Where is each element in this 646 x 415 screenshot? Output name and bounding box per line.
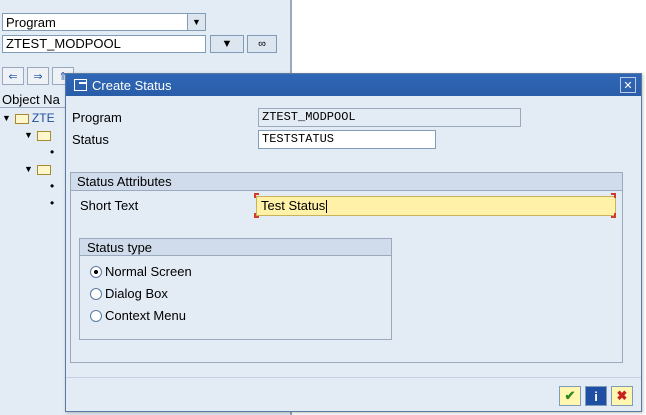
tree-root-row[interactable]: ▼ ZTE <box>2 110 55 127</box>
expand-triangle-icon[interactable]: ▼ <box>24 127 33 144</box>
status-type-group: Status type Normal Screen Dialog Box Con… <box>79 238 392 340</box>
expand-triangle-icon[interactable]: ▼ <box>24 161 33 178</box>
folder-icon <box>14 113 29 124</box>
expand-triangle-icon[interactable]: ▼ <box>2 110 11 127</box>
forward-arrow-icon[interactable]: ⇒ <box>27 67 49 85</box>
arrow-down-icon: ▼ <box>221 38 233 50</box>
radio-label: Normal Screen <box>105 264 192 279</box>
short-text-input[interactable]: Test Status <box>256 196 616 216</box>
radio-unselected-icon[interactable] <box>90 309 102 322</box>
confirm-button[interactable]: ✔ <box>559 386 581 406</box>
radio-dialog-box[interactable]: Dialog Box <box>90 286 168 301</box>
tree-root-label: ZTE <box>31 111 55 125</box>
program-field: ZTEST_MODPOOL <box>258 108 521 127</box>
info-button[interactable]: i <box>585 386 607 406</box>
dialog-title: Create Status <box>92 77 172 93</box>
radio-normal-screen[interactable]: Normal Screen <box>90 264 192 279</box>
radio-selected-icon[interactable] <box>90 265 102 278</box>
chevron-down-icon[interactable]: ▼ <box>187 14 205 30</box>
required-marker <box>254 193 259 198</box>
display-button[interactable]: ▼ <box>210 35 244 53</box>
radio-label: Context Menu <box>105 308 186 323</box>
tree-node-row[interactable]: ▼ <box>24 161 54 178</box>
create-status-dialog: Create Status ✕ Program ZTEST_MODPOOL St… <box>65 73 642 412</box>
info-icon: i <box>594 388 598 404</box>
glasses-button[interactable]: ∞ <box>247 35 277 53</box>
status-label: Status <box>72 132 109 147</box>
tree-leaf-row[interactable]: • <box>50 195 54 212</box>
text-cursor <box>326 200 328 214</box>
glasses-icon: ∞ <box>258 38 266 50</box>
status-type-title: Status type <box>80 239 391 256</box>
object-type-select[interactable]: Program ▼ <box>2 13 206 31</box>
folder-icon <box>36 130 51 141</box>
cancel-button[interactable]: ✖ <box>611 386 633 406</box>
radio-context-menu[interactable]: Context Menu <box>90 308 186 323</box>
dialog-titlebar: Create Status ✕ <box>66 74 641 96</box>
tree-leaf-row[interactable]: • <box>50 144 54 161</box>
required-marker <box>611 193 616 198</box>
radio-unselected-icon[interactable] <box>90 287 102 300</box>
tree-leaf-row[interactable]: • <box>50 178 54 195</box>
short-text-value: Test Status <box>261 198 326 213</box>
short-text-label: Short Text <box>80 198 139 213</box>
radio-label: Dialog Box <box>105 286 168 301</box>
program-label: Program <box>72 110 122 125</box>
object-name-field[interactable]: ZTEST_MODPOOL <box>2 35 206 53</box>
required-marker <box>254 213 259 218</box>
object-type-value: Program <box>6 14 56 30</box>
open-folder-icon <box>36 164 51 175</box>
cancel-icon: ✖ <box>616 388 628 403</box>
status-field[interactable]: TESTSTATUS <box>258 130 436 149</box>
required-marker <box>611 213 616 218</box>
close-icon[interactable]: ✕ <box>620 77 636 93</box>
footer-divider <box>66 377 641 378</box>
create-icon <box>74 79 87 91</box>
tree-node-row[interactable]: ▼ <box>24 127 54 144</box>
status-attributes-title: Status Attributes <box>71 173 622 191</box>
back-arrow-icon[interactable]: ⇐ <box>2 67 24 85</box>
check-icon: ✔ <box>564 388 576 403</box>
